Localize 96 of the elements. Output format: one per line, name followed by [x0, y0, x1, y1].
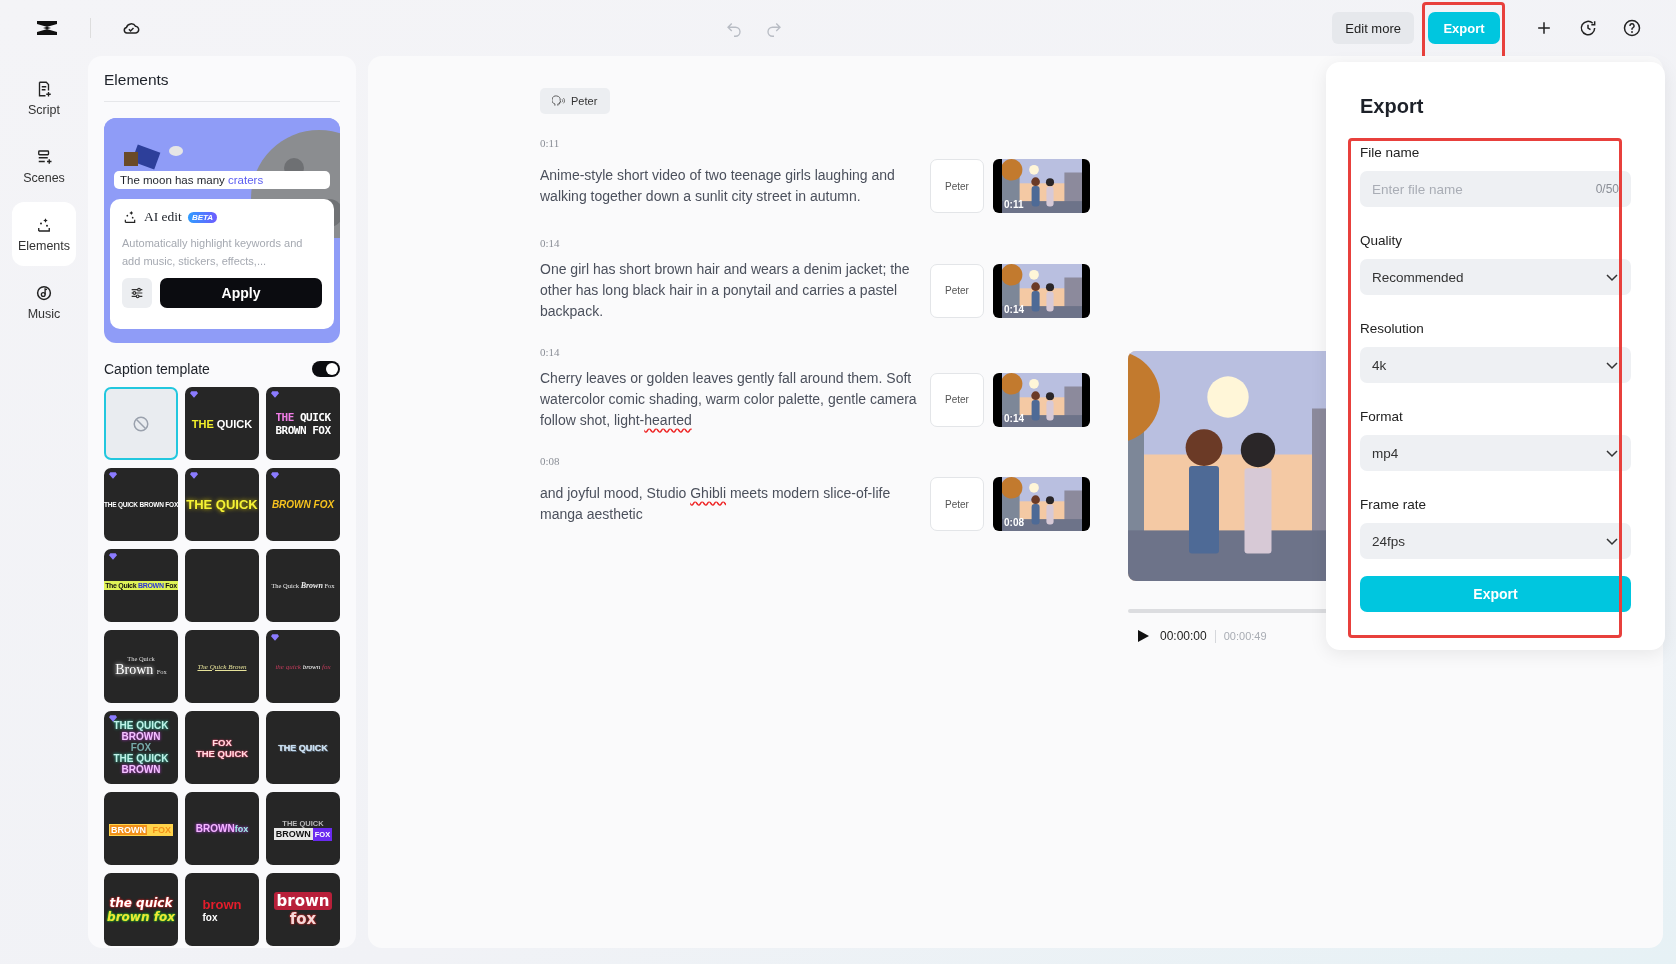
caption-template[interactable]: THE QUICK: [185, 468, 259, 541]
segment-time: 0:08: [540, 455, 561, 467]
template-preview-text: THE QUICK: [278, 742, 328, 753]
template-preview-text: the quick: [109, 895, 173, 910]
field-label: Frame rate: [1360, 497, 1428, 512]
caption-template[interactable]: BROWNfox: [185, 792, 259, 865]
nav-item[interactable]: Music: [12, 270, 76, 334]
speaker-chip[interactable]: Peter: [540, 88, 611, 114]
template-preview-text: THE QUICK: [113, 720, 169, 731]
settings-button[interactable]: [122, 278, 152, 308]
voice-button[interactable]: Peter: [930, 263, 984, 318]
duration-label: 0:11: [1004, 199, 1024, 210]
voice-button[interactable]: Peter: [930, 477, 984, 531]
nav-item[interactable]: Script: [12, 66, 76, 130]
dropdown[interactable]: Recommended: [1360, 259, 1631, 295]
template-preview-text: THE QUICK: [186, 497, 258, 512]
template-preview-text: THE QUICK: [275, 410, 331, 424]
template-preview-text: THE QUICK: [191, 417, 253, 430]
panel-title: Export: [1360, 95, 1425, 118]
template-preview-text: THE QUICK: [113, 753, 169, 764]
nav-label: Script: [28, 102, 60, 117]
ban-icon: [132, 414, 150, 433]
field-label: Quality: [1360, 233, 1404, 248]
apply-button[interactable]: Apply: [160, 278, 322, 308]
section-label: Caption template: [104, 361, 210, 377]
nav-label: Elements: [17, 238, 71, 253]
ai-edit-title: AI edit: [144, 209, 182, 225]
segment-time: 0:14: [540, 346, 561, 358]
scene-thumbnail[interactable]: 0:08: [993, 477, 1090, 531]
caption-template[interactable]: BROWN FOX: [266, 468, 340, 541]
segment-time: 0:14: [540, 237, 561, 249]
current-time: 00:00:00: [1160, 629, 1207, 643]
duration-label: 0:14: [1004, 412, 1024, 424]
speaking-head-icon: [552, 94, 566, 108]
ai-edit-description: Automatically highlight keywords and add music, stickers, effects,...: [122, 236, 304, 269]
script-text[interactable]: Anime-style short video of two teenage girls laughing and walking together down a sunlit city street in autumn.: [540, 165, 917, 207]
nav-label: Music: [27, 306, 61, 321]
caption-template[interactable]: FOX THE QUICK: [185, 711, 259, 784]
template-preview-text: brown fox: [107, 909, 175, 924]
field-label: Format: [1360, 409, 1404, 424]
template-preview-text: FOX: [130, 742, 152, 753]
caption-template[interactable]: THE QUICK: [266, 711, 340, 784]
caption-template[interactable]: THE QUICK: [185, 387, 259, 460]
field-label: File name: [1360, 145, 1421, 160]
sparkle-icon: [35, 215, 53, 234]
play-icon[interactable]: [1136, 629, 1150, 643]
app-logo: [34, 18, 60, 38]
music-disc-icon: [35, 283, 53, 302]
voice-button[interactable]: Peter: [930, 372, 984, 427]
nav-label: Scenes: [23, 170, 65, 185]
template-preview-text: brown: [202, 896, 242, 912]
caption-preview: The moon has many craters: [114, 171, 330, 189]
caption-template[interactable]: brown fox: [266, 873, 340, 946]
voice-button[interactable]: Peter: [930, 159, 984, 213]
scene-thumbnail[interactable]: 0:11: [993, 159, 1090, 213]
edit-more-button[interactable]: Edit more: [1332, 12, 1414, 44]
template-preview-text: BROWN FOX: [271, 499, 335, 510]
character-counter: 0/50: [1595, 182, 1619, 196]
speaker-name: Peter: [571, 95, 598, 107]
list-icon: [35, 147, 53, 166]
script-text[interactable]: and joyful mood, Studio Ghibli meets modern slice-of-life manga aesthetic: [540, 483, 917, 525]
scene-thumbnail[interactable]: 0:14: [993, 372, 1090, 427]
template-preview-text: THE QUICK: [195, 747, 249, 759]
beta-badge: BETA: [187, 211, 218, 223]
script-text[interactable]: One girl has short brown hair and wears a denim jacket; the other has long black hair in a ponytail and carries a pastel backpack.: [540, 259, 917, 322]
template-preview-text: fox: [202, 911, 218, 923]
duration-label: 0:14: [1004, 303, 1024, 315]
dropdown[interactable]: mp4: [1360, 435, 1631, 471]
nav-item[interactable]: Scenes: [12, 134, 76, 198]
caption-template[interactable]: THE QUICK BROWN FOX: [266, 387, 340, 460]
caption-template[interactable]: brown fox: [185, 873, 259, 946]
history-icon[interactable]: [1578, 18, 1598, 38]
nav-item[interactable]: Elements: [12, 202, 76, 266]
dropdown[interactable]: 24fps: [1360, 523, 1631, 559]
caption-template[interactable]: the quick brown fox: [104, 873, 178, 946]
template-preview-text: fox: [289, 909, 317, 928]
template-preview-text: FOX: [212, 736, 232, 748]
template-preview-text: BROWN: [121, 764, 161, 775]
dropdown[interactable]: 4k: [1360, 347, 1631, 383]
template-preview-text: brown: [273, 891, 333, 910]
script-text[interactable]: Cherry leaves or golden leaves gently fall around them. Soft watercolor comic shading, warm color palette, gentle camera follow shot, light-hearted: [540, 368, 917, 431]
segment-time: 0:11: [540, 137, 561, 149]
template-preview-text: BROWNfox: [195, 823, 249, 834]
duration-label: 0:08: [1004, 517, 1024, 528]
help-icon[interactable]: [1622, 18, 1642, 38]
template-preview-text: BROWN FOX: [109, 820, 173, 837]
scene-thumbnail[interactable]: 0:14: [993, 263, 1090, 318]
total-time: 00:00:49: [1223, 630, 1267, 642]
template-preview-text: BROWN: [121, 731, 161, 742]
sparkle-icon: [122, 209, 138, 225]
panel-title: Elements: [104, 56, 340, 102]
toggle-switch[interactable]: [312, 361, 340, 377]
caption-template[interactable]: THE QUICK BROWN FOX THE QUICK BROWN: [104, 711, 178, 784]
template-preview-text: BROWN FOX: [275, 423, 331, 437]
field-label: Resolution: [1360, 321, 1425, 336]
sliders-icon: [129, 285, 145, 301]
